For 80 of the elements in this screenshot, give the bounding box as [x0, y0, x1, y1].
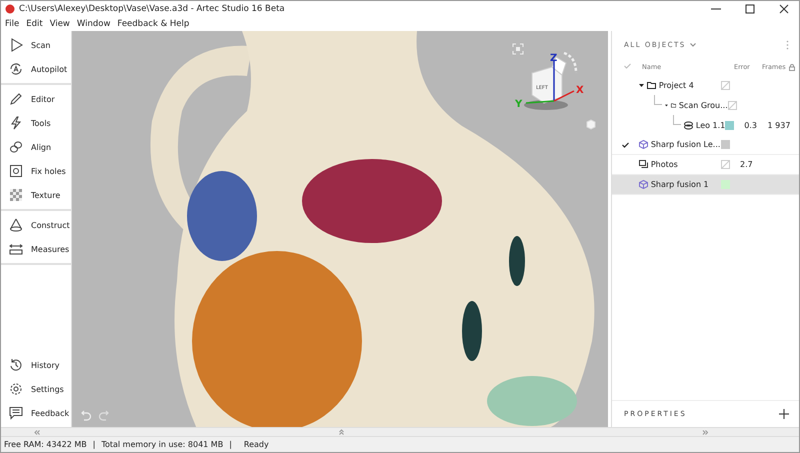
add-icon[interactable]	[779, 409, 789, 419]
object-row[interactable]: Sharp fusion Le...	[612, 135, 799, 155]
hidden-icon[interactable]	[721, 160, 730, 169]
status-text: Total memory in use: 8041 MB	[101, 440, 224, 449]
sidebar-item[interactable]: Autopilot	[1, 57, 71, 81]
sidebar-item[interactable]: Construct	[1, 213, 71, 237]
sidebar-item[interactable]: Align	[1, 135, 71, 159]
folder-icon	[646, 80, 656, 90]
object-name: Photos	[650, 160, 679, 169]
object-name: Project 4	[658, 80, 695, 90]
axis-label: Y	[515, 99, 522, 110]
menu-item[interactable]: View	[50, 19, 70, 29]
sidebar-item[interactable]: Texture	[1, 183, 71, 207]
object-name: Sharp fusion Le...	[650, 140, 722, 149]
scan-icon	[684, 120, 693, 130]
cube-icon	[638, 180, 648, 189]
more-icon[interactable]	[786, 40, 789, 50]
expand-up-icon[interactable]	[339, 429, 344, 435]
redo-icon[interactable]	[98, 409, 110, 421]
color-swatch[interactable]	[725, 120, 734, 130]
checkmark-icon[interactable]	[622, 142, 629, 148]
menu-item[interactable]: Edit	[26, 19, 43, 29]
object-row[interactable]: Project 4	[612, 75, 799, 95]
hidden-icon[interactable]	[728, 100, 737, 110]
sidebar-item[interactable]: Scan	[1, 33, 71, 57]
lock-icon[interactable]	[788, 64, 795, 70]
maximize-icon[interactable]	[745, 4, 755, 14]
sidebar-item[interactable]: Fix holes	[1, 159, 71, 183]
lightning-icon	[9, 116, 23, 130]
object-row[interactable]: Scan Grou...	[612, 95, 799, 115]
object-name: Sharp fusion 1	[650, 180, 710, 189]
window-title: C:\Users\Alexey\Desktop\Vase\Vase.a3d - Artec Studio 16 Beta	[19, 4, 286, 14]
fit-view-icon[interactable]	[512, 43, 524, 55]
sidebar-item[interactable]: Settings	[1, 377, 71, 401]
caret-icon	[690, 43, 696, 47]
texture-icon	[9, 188, 23, 202]
object-name: Leo 1.1	[696, 120, 726, 130]
sidebar-item[interactable]: Measures	[1, 237, 71, 261]
cube-view-icon[interactable]	[585, 118, 597, 130]
align-icon	[9, 140, 23, 154]
checkmark-icon	[624, 63, 630, 69]
sidebar-item[interactable]: History	[1, 353, 71, 377]
separator: |	[92, 440, 96, 449]
hidden-icon[interactable]	[721, 80, 730, 90]
object-name: Scan Grou...	[678, 100, 728, 110]
autopilot-icon	[9, 62, 23, 76]
menu-item[interactable]: Feedback & Help	[117, 19, 190, 29]
folder-icon	[670, 100, 676, 110]
play-icon	[9, 38, 23, 52]
menu-item[interactable]: File	[5, 19, 20, 29]
expand-arrow-icon[interactable]	[638, 82, 644, 88]
separator: |	[229, 440, 232, 449]
history-icon	[9, 358, 23, 372]
menu-item[interactable]: Window	[76, 19, 110, 29]
axis-label: Z	[550, 53, 558, 64]
fix-holes-icon	[9, 164, 23, 178]
collapse-left-icon[interactable]	[34, 430, 40, 434]
collapse-right-icon[interactable]	[702, 430, 708, 434]
cube-icon	[638, 140, 648, 149]
photos-icon	[638, 160, 648, 169]
table-cell-text: 2.7	[740, 160, 754, 169]
table-cell-text: 1 937	[768, 120, 792, 130]
undo-icon[interactable]	[80, 409, 92, 421]
speech-bubble-icon	[9, 406, 23, 420]
sidebar-item[interactable]: Editor	[1, 87, 71, 111]
cone-icon	[9, 218, 23, 232]
gear-icon	[9, 382, 23, 396]
object-row[interactable]: Leo 1.1 0.3 1 937	[612, 115, 799, 135]
pencil-icon	[9, 92, 23, 106]
sidebar-item[interactable]: Feedback	[1, 401, 71, 425]
axis-label: X	[576, 85, 584, 96]
color-swatch[interactable]	[721, 140, 730, 149]
app-logo-icon	[5, 4, 15, 14]
status-text: Free RAM: 43422 MB	[4, 440, 87, 449]
sidebar-item[interactable]: Tools	[1, 111, 71, 135]
close-icon[interactable]	[779, 4, 789, 14]
object-row[interactable]: Sharp fusion 1	[612, 175, 799, 195]
status-text: Ready	[244, 440, 269, 449]
table-cell-text: 0.3	[744, 120, 758, 130]
ruler-icon	[9, 242, 23, 256]
